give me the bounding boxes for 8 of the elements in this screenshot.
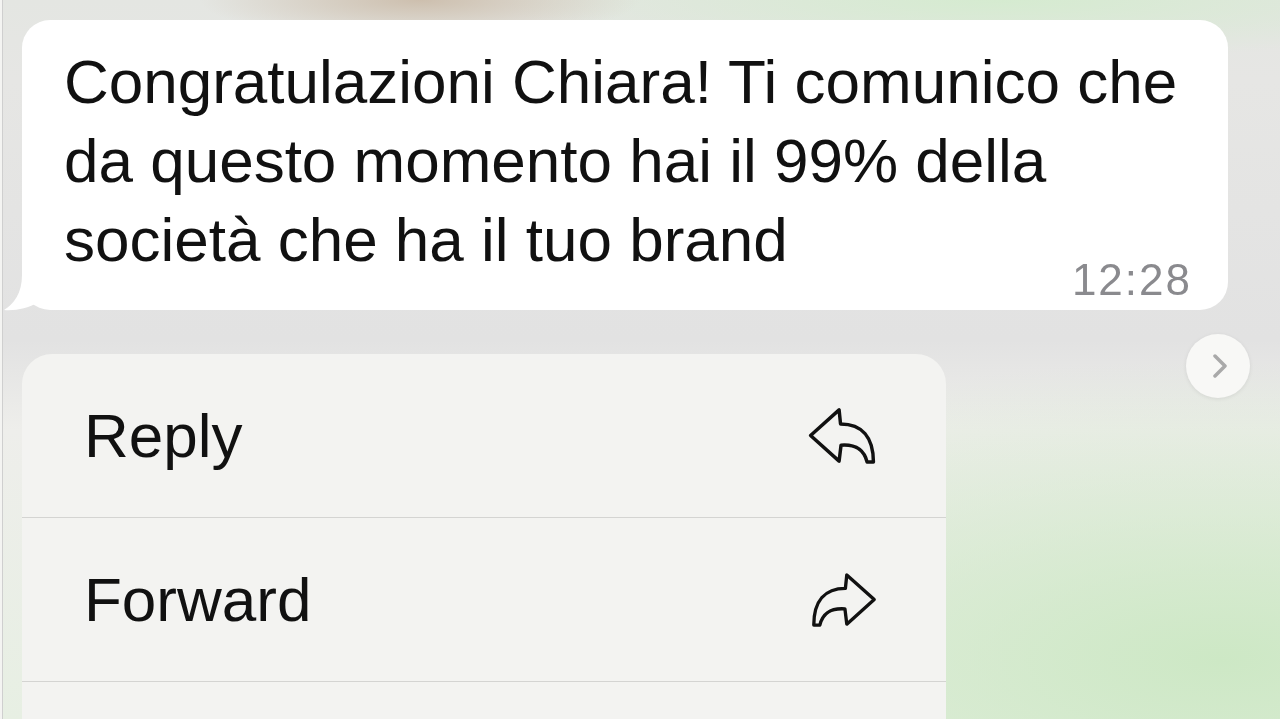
message-time: 12:28	[1071, 263, 1192, 296]
message-text: Congratulazioni Chiara! Ti comunico che da questo momento hai il 99% della società che ha il tuo brand	[64, 46, 1178, 263]
reply-arrow-icon	[807, 406, 877, 465]
chevron-button[interactable]	[1186, 334, 1250, 398]
forward-arrow-icon	[811, 570, 877, 629]
chevron-right-icon	[1212, 354, 1227, 378]
menu-item[interactable]: Forward	[22, 518, 946, 682]
menu-item[interactable]: Reply	[22, 354, 946, 518]
